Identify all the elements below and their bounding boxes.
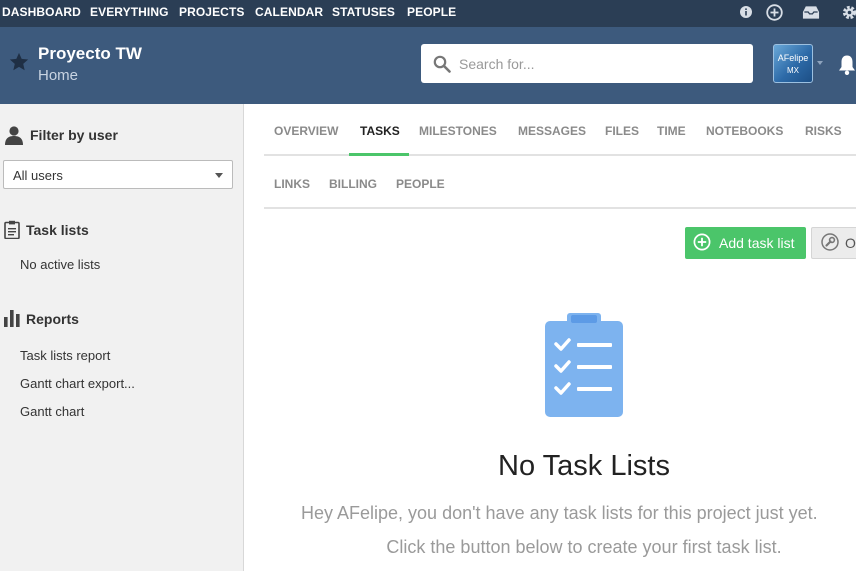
report-gantt-chart[interactable]: Gantt chart [20, 404, 84, 419]
tab-files[interactable]: FILES [605, 124, 639, 138]
nav-everything[interactable]: EVERYTHING [90, 5, 169, 19]
search-icon [433, 55, 451, 73]
search-input[interactable] [459, 55, 729, 72]
avatar[interactable]: AFelipe MX [773, 44, 813, 83]
nav-calendar[interactable]: CALENDAR [255, 5, 323, 19]
chevron-down-icon[interactable] [817, 61, 823, 65]
tab-messages[interactable]: MESSAGES [518, 124, 586, 138]
plus-circle-icon [693, 233, 711, 254]
tab-time[interactable]: TIME [657, 124, 686, 138]
avatar-badge: MX [787, 66, 799, 75]
nav-projects[interactable]: PROJECTS [179, 5, 244, 19]
wrench-icon [821, 232, 839, 254]
bell-icon[interactable] [837, 54, 856, 76]
top-navigation: DASHBOARD EVERYTHING PROJECTS CALENDAR S… [0, 0, 856, 27]
tab-overview[interactable]: OVERVIEW [274, 124, 338, 138]
tab-risks[interactable]: RISKS [805, 124, 842, 138]
tasklists-heading-label: Task lists [26, 221, 89, 238]
user-filter-value: All users [13, 168, 63, 183]
tabs-row-1: OVERVIEW TASKS MILESTONES MESSAGES FILES… [264, 104, 856, 156]
add-task-list-button[interactable]: Add task list [685, 227, 806, 259]
add-task-list-label: Add task list [719, 235, 795, 251]
inbox-icon[interactable] [802, 3, 820, 21]
options-button[interactable]: Options [811, 227, 856, 259]
clipboard-checklist-icon [545, 313, 623, 417]
tasklists-heading: Task lists [4, 220, 89, 239]
plus-circle-icon[interactable] [765, 3, 783, 21]
tab-milestones[interactable]: MILESTONES [419, 124, 497, 138]
project-breadcrumb[interactable]: Home [38, 67, 78, 84]
tab-billing[interactable]: BILLING [329, 177, 377, 191]
tasklists-empty-text: No active lists [20, 257, 101, 272]
tab-notebooks[interactable]: NOTEBOOKS [706, 124, 783, 138]
tab-tasks[interactable]: TASKS [360, 124, 400, 138]
search-box[interactable] [421, 44, 753, 83]
avatar-name: AFelipe [777, 53, 809, 63]
reports-heading-label: Reports [26, 310, 79, 327]
active-tab-indicator [349, 153, 409, 156]
star-icon[interactable] [8, 51, 30, 73]
tab-people[interactable]: PEOPLE [396, 177, 445, 191]
sidebar: Filter by user All users Task lists No a… [0, 104, 244, 571]
empty-state-hint: Click the button below to create your fi… [386, 537, 782, 557]
nav-people[interactable]: PEOPLE [407, 5, 456, 19]
report-gantt-export[interactable]: Gantt chart export... [20, 376, 135, 391]
project-header: Proyecto TW Home AFelipe MX [0, 27, 856, 104]
chevron-down-icon [215, 173, 223, 178]
filter-heading-label: Filter by user [30, 127, 118, 143]
report-task-lists[interactable]: Task lists report [20, 348, 110, 363]
tabs-row-2: LINKS BILLING PEOPLE [264, 157, 856, 209]
main-content: OVERVIEW TASKS MILESTONES MESSAGES FILES… [244, 104, 856, 571]
info-icon[interactable] [737, 3, 755, 21]
gear-icon[interactable] [840, 3, 856, 21]
user-icon [4, 125, 24, 145]
empty-state-title: No Task Lists [498, 450, 670, 482]
nav-statuses[interactable]: STATUSES [332, 5, 395, 19]
project-title[interactable]: Proyecto TW [38, 44, 142, 64]
tab-links[interactable]: LINKS [274, 177, 310, 191]
filter-heading: Filter by user [4, 125, 118, 145]
nav-dashboard[interactable]: DASHBOARD [2, 5, 81, 19]
reports-heading: Reports [4, 310, 79, 327]
options-label: Options [845, 235, 856, 251]
user-filter-select[interactable]: All users [3, 160, 233, 189]
empty-state-message: Hey AFelipe, you don't have any task lis… [301, 503, 818, 523]
clipboard-icon [4, 220, 20, 239]
bar-chart-icon [4, 310, 20, 327]
